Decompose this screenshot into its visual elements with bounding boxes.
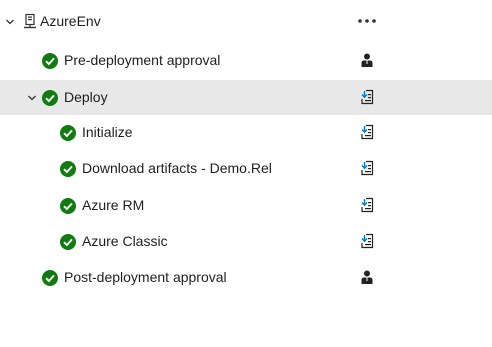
success-check-icon: [42, 270, 58, 286]
success-check-icon: [42, 90, 58, 106]
success-check-icon: [60, 161, 76, 177]
environment-row[interactable]: AzureEnv: [0, 4, 492, 39]
task-row-azure-classic[interactable]: Azure Classic: [0, 224, 492, 259]
task-label: Download artifacts - Demo.Rel: [82, 160, 272, 176]
success-check-icon: [60, 125, 76, 141]
release-environment-tree: AzureEnv Pre-deployment approval Deploy: [0, 0, 492, 347]
download-log-icon[interactable]: [359, 197, 375, 213]
deploy-phase-row[interactable]: Deploy: [0, 80, 492, 115]
post-deployment-approval-row[interactable]: Post-deployment approval: [0, 260, 492, 295]
task-label: Initialize: [82, 124, 133, 140]
download-log-icon[interactable]: [359, 160, 375, 176]
approver-person-icon[interactable]: [359, 52, 375, 68]
task-label: Azure RM: [82, 197, 145, 213]
task-row-azure-rm[interactable]: Azure RM: [0, 188, 492, 223]
task-label: Azure Classic: [82, 233, 168, 249]
download-log-icon[interactable]: [359, 89, 375, 105]
deploy-phase-label: Deploy: [64, 89, 108, 105]
environment-name: AzureEnv: [40, 13, 101, 29]
post-deployment-approval-label: Post-deployment approval: [64, 269, 227, 285]
download-log-icon[interactable]: [359, 233, 375, 249]
download-log-icon[interactable]: [359, 124, 375, 140]
success-check-icon: [60, 198, 76, 214]
task-row-initialize[interactable]: Initialize: [0, 115, 492, 150]
server-icon: [24, 13, 36, 29]
chevron-down-icon[interactable]: [27, 93, 37, 103]
pre-deployment-approval-row[interactable]: Pre-deployment approval: [0, 43, 492, 78]
chevron-down-icon[interactable]: [5, 17, 15, 27]
success-check-icon: [42, 53, 58, 69]
success-check-icon: [60, 234, 76, 250]
task-row-download-artifacts[interactable]: Download artifacts - Demo.Rel: [0, 151, 492, 186]
pre-deployment-approval-label: Pre-deployment approval: [64, 52, 221, 68]
more-options-icon[interactable]: [355, 11, 379, 31]
approver-person-icon[interactable]: [359, 269, 375, 285]
